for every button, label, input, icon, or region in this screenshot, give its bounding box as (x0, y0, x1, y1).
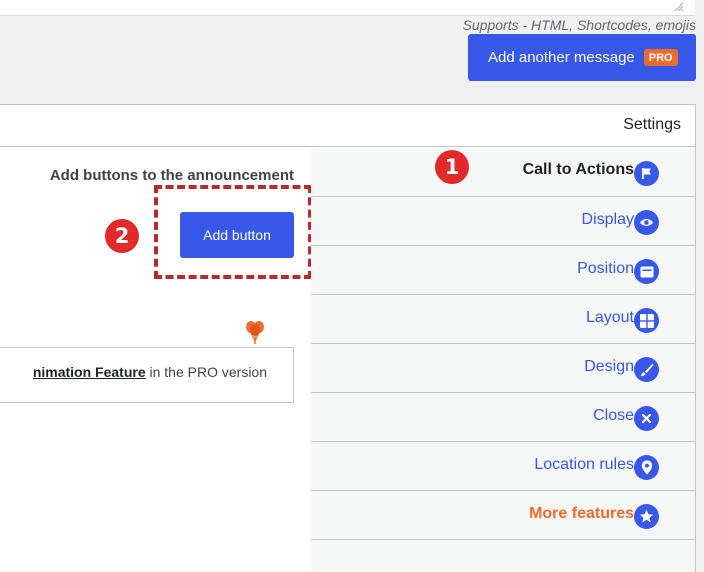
tab-label: Location rules (534, 456, 634, 473)
tab-label: Position (577, 260, 634, 277)
tab-design[interactable]: Design (311, 344, 695, 393)
add-another-message-label: Add another message (488, 49, 635, 66)
settings-tabs: Call to Actions Display Position Layout Desi… (311, 148, 695, 572)
step-marker-2: 2 (105, 219, 139, 253)
supports-hint: Supports - HTML, Shortcodes, emojis (462, 17, 696, 33)
location-pin-icon (634, 455, 659, 480)
tab-layout[interactable]: Layout (311, 295, 695, 344)
tab-location-rules[interactable]: Location rules (311, 442, 695, 491)
tab-label: Close (593, 407, 634, 424)
window-icon (634, 259, 659, 284)
tab-close[interactable]: Close (311, 393, 695, 442)
tab-label: Layout (585, 309, 634, 326)
settings-title: Settings (623, 116, 681, 133)
tab-label: Design (584, 358, 634, 375)
balloons-icon (246, 321, 264, 344)
pro-badge: PRO (643, 49, 678, 66)
settings-panel: Settings Add buttons to the announcement… (0, 104, 696, 572)
pro-notice-text: nimation Feature in the PRO version (33, 364, 267, 380)
eye-icon (634, 210, 659, 235)
pro-notice: nimation Feature in the PRO version (0, 347, 294, 403)
tab-position[interactable]: Position (311, 246, 695, 295)
tab-more-features[interactable]: More features (311, 491, 695, 540)
settings-header: Settings (0, 105, 695, 147)
tab-label: Display (581, 211, 634, 228)
call-to-actions-content: Add buttons to the announcement Add butt… (0, 148, 312, 572)
star-icon (634, 504, 659, 529)
content-title: Add buttons to the announcement (49, 167, 294, 184)
step-marker-1: 1 (435, 150, 469, 184)
add-another-message-button[interactable]: Add another message PRO (468, 34, 696, 81)
message-editor-bottom[interactable] (0, 0, 695, 16)
tab-label: Call to Actions (522, 161, 634, 178)
close-icon (634, 406, 659, 431)
brush-icon (634, 357, 659, 382)
tab-display[interactable]: Display (311, 197, 695, 246)
grid-icon (634, 308, 659, 333)
resize-grip-icon[interactable] (673, 1, 683, 11)
flag-icon (634, 161, 659, 186)
page: Supports - HTML, Shortcodes, emojis Add … (0, 0, 704, 572)
balloons-icon (277, 362, 294, 388)
animation-feature-link[interactable]: nimation Feature (33, 364, 146, 380)
add-button[interactable]: Add button (180, 212, 294, 258)
pro-notice-suffix: in the PRO version (145, 364, 267, 380)
tab-label: More features (529, 505, 634, 522)
tab-call-to-actions[interactable]: Call to Actions (311, 148, 695, 197)
